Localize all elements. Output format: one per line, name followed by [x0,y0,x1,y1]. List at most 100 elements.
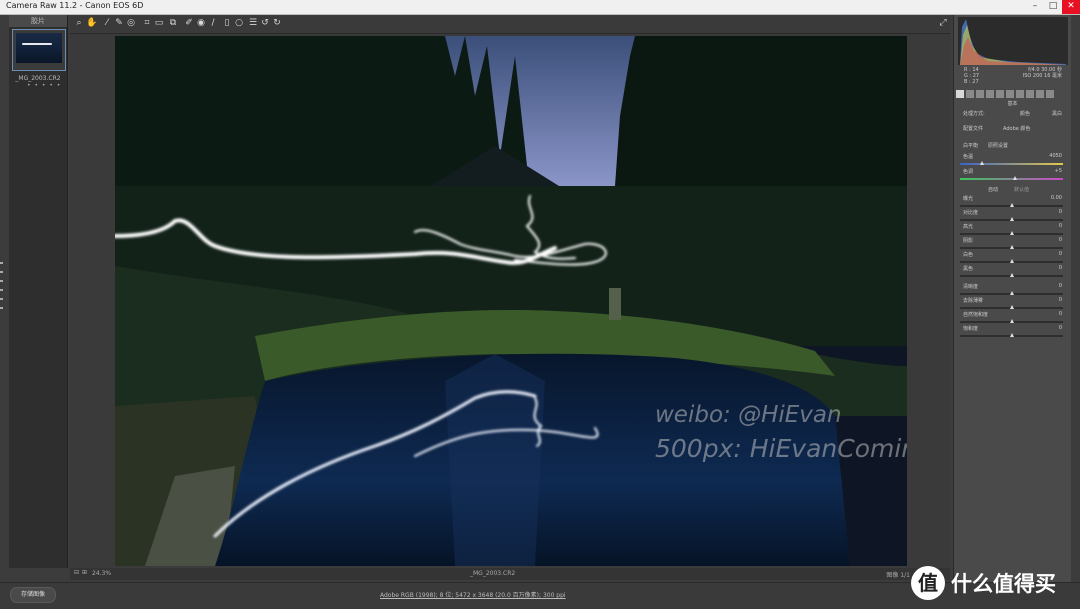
filmstrip-header[interactable]: 胶片 [9,15,67,27]
image-info-bar: ⊟ ⊞ 24.3% _MG_2003.CR2 图像 1/1 [70,568,950,580]
temp-value[interactable]: 4050 [1049,153,1062,159]
slider-knob[interactable] [1010,259,1014,263]
watermark-500px: 500px: HiEvanComing [655,434,907,463]
detail-tab-icon[interactable] [976,90,984,98]
fullscreen-icon[interactable]: ⤢ [938,18,948,28]
zoom-out-icon[interactable]: ⊟ [74,569,79,576]
rating-stars[interactable]: • • • • • [27,82,61,89]
adjustment-slider[interactable] [960,273,1063,277]
zoom-icon[interactable]: ⌕ [74,18,84,28]
left-edge-marks [0,262,4,316]
rotate-left-icon[interactable]: ↺ [260,18,270,28]
histogram [958,17,1068,65]
spot-removal-icon[interactable]: ✐ [184,18,194,28]
split-toning-tab-icon[interactable] [996,90,1004,98]
default-button[interactable]: 默认值 [1014,186,1029,193]
iso-focal-readout: ISO 200 16 毫米 [1022,73,1062,79]
slider-value[interactable]: 0 [1059,325,1062,331]
basic-tab-icon[interactable] [956,90,964,98]
zoom-level[interactable]: 24.3% [92,570,111,577]
radial-filter-icon[interactable]: ○ [234,18,244,28]
maximize-button[interactable]: □ [1044,0,1062,14]
transform-icon[interactable]: ⧉ [168,18,178,28]
tint-label: 色调 [963,169,974,175]
adjustment-slider[interactable] [960,203,1063,207]
profile-select[interactable]: Adobe 颜色 [1003,125,1030,132]
preview-image[interactable]: weibo: @HiEvan 500px: HiEvanComing [115,36,907,566]
hsl-tab-icon[interactable] [986,90,994,98]
auto-button[interactable]: 自动 [988,186,998,193]
white-balance-icon[interactable]: ⁄ [102,18,112,28]
slider-label: 白色 [963,252,974,258]
slider-knob[interactable] [1010,245,1014,249]
close-button[interactable]: ✕ [1062,0,1080,14]
effects-tab-icon[interactable] [1016,90,1024,98]
slider-label: 饱和度 [963,326,979,332]
slider-value[interactable]: 0 [1059,251,1062,257]
slider-value[interactable]: 0 [1059,311,1062,317]
slider-knob[interactable] [1010,291,1014,295]
adjustment-slider[interactable] [960,333,1063,337]
treatment-color-radio[interactable]: 颜色 [1020,110,1030,117]
target-adjust-icon[interactable]: ◎ [126,18,136,28]
white-balance-select[interactable]: 原照设置 [988,142,1008,149]
slider-label: 阴影 [963,238,974,244]
adjustment-slider[interactable] [960,231,1063,235]
slider-knob[interactable] [1010,333,1014,337]
brand-logo: 值 [911,566,945,600]
slider-label: 对比度 [963,210,979,216]
slider-value[interactable]: 0 [1059,237,1062,243]
minimize-button[interactable]: – [1026,0,1044,14]
slider-value[interactable]: 0 [1059,283,1062,289]
rotate-right-icon[interactable]: ↻ [272,18,282,28]
filmstrip-thumbnail[interactable]: • • • • • [12,29,66,89]
tint-value[interactable]: +5 [1055,168,1062,174]
adjustment-slider[interactable] [960,291,1063,295]
brand-name: 什么值得买 [951,572,1056,596]
slider-value[interactable]: 0 [1059,223,1062,229]
slider-knob[interactable] [1010,203,1014,207]
slider-knob[interactable] [1010,231,1014,235]
adjustment-slider[interactable] [960,319,1063,323]
preferences-icon[interactable]: ☰ [248,18,258,28]
snapshots-tab-icon[interactable] [1046,90,1054,98]
adjustment-slider[interactable] [960,305,1063,309]
tool-bar: ⌕ ✋ ⁄ ✎ ◎ ⌗ ▭ ⧉ ✐ ◉ / ▯ ○ ☰ ↺ ↻ ⤢ [70,15,950,34]
adjustments-panel: R : 14 f/4.0 30.00 秒 G : 27 ISO 200 16 毫米 … [953,15,1071,582]
slider-value[interactable]: 0 [1059,297,1062,303]
save-image-button[interactable]: 存储图像 [10,587,56,603]
slider-knob[interactable] [1010,319,1014,323]
histogram-readout: R : 14 f/4.0 30.00 秒 G : 27 ISO 200 16 毫米 … [958,67,1068,85]
adjustment-slider[interactable] [960,259,1063,263]
slider-knob[interactable] [1010,217,1014,221]
treatment-bw-radio[interactable]: 黑白 [1052,110,1062,117]
brand-watermark: 值 什么值得买 [907,563,1080,608]
slider-value[interactable]: 0.00 [1051,195,1062,201]
crop-icon[interactable]: ⌗ [142,18,152,28]
adjustment-slider[interactable] [960,245,1063,249]
slider-knob[interactable] [1010,273,1014,277]
red-eye-icon[interactable]: ◉ [196,18,206,28]
calibration-tab-icon[interactable] [1026,90,1034,98]
adjustment-slider[interactable] [960,217,1063,221]
presets-tab-icon[interactable] [1036,90,1044,98]
slider-knob[interactable] [1010,305,1014,309]
title-bar: Camera Raw 11.2 - Canon EOS 6D – □ ✕ [0,0,1080,15]
white-balance-label: 白平衡 [963,143,979,149]
adjustment-brush-icon[interactable]: / [208,18,218,28]
straighten-icon[interactable]: ▭ [154,18,164,28]
slider-value[interactable]: 0 [1059,265,1062,271]
temp-label: 色温 [963,154,974,160]
graduated-filter-icon[interactable]: ▯ [222,18,232,28]
color-sampler-icon[interactable]: ✎ [114,18,124,28]
panel-tabs [956,90,1070,98]
workflow-options-link[interactable]: Adobe RGB (1998); 8 位; 5472 x 3648 (20.0… [380,590,566,599]
tint-slider[interactable] [960,176,1063,180]
temp-slider[interactable] [960,161,1063,165]
slider-value[interactable]: 0 [1059,209,1062,215]
tone-curve-tab-icon[interactable] [966,90,974,98]
lens-tab-icon[interactable] [1006,90,1014,98]
slider-label: 去除薄雾 [963,298,984,304]
zoom-in-icon[interactable]: ⊞ [82,569,87,576]
hand-icon[interactable]: ✋ [86,18,97,28]
